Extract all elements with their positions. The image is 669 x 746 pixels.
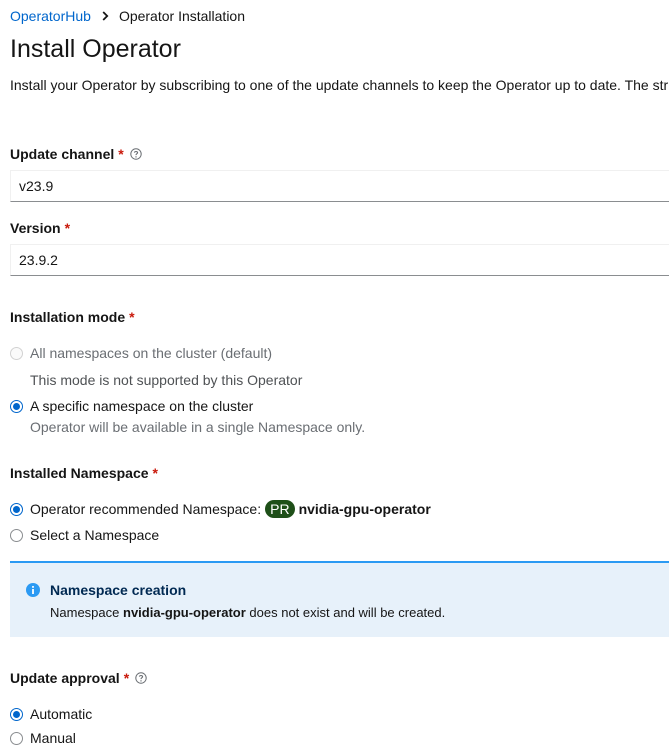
required-mark: * (123, 670, 130, 686)
chevron-right-icon (102, 11, 109, 21)
install-mode-specific-namespace-helper: Operator will be available in a single N… (30, 419, 366, 435)
update-approval-manual-radio[interactable] (10, 731, 23, 745)
select-namespace-radio[interactable] (10, 528, 23, 542)
required-mark: * (129, 309, 135, 325)
recommended-namespace-radio[interactable] (10, 502, 23, 516)
required-mark: * (118, 146, 124, 162)
recommended-namespace-name: nvidia-gpu-operator (298, 501, 431, 517)
update-approval-label: Update approval * (10, 670, 147, 686)
update-channel-select[interactable]: v23.9 (10, 170, 669, 202)
required-mark: * (152, 465, 158, 481)
install-mode-all-namespaces-option: All namespaces on the cluster (default) (10, 345, 272, 361)
page-title: Install Operator (10, 35, 181, 63)
project-badge: PR (265, 500, 295, 518)
help-icon[interactable] (135, 672, 147, 684)
info-icon (26, 583, 40, 602)
alert-body: Namespace nvidia-gpu-operator does not e… (50, 605, 446, 620)
alert-namespace-name: nvidia-gpu-operator (123, 605, 246, 620)
update-channel-value: v23.9 (19, 178, 54, 194)
namespace-creation-alert: Namespace creation Namespace nvidia-gpu-… (10, 561, 669, 637)
recommended-namespace-option[interactable]: Operator recommended Namespace: PR nvidi… (10, 500, 431, 518)
breadcrumb-operatorhub-link[interactable]: OperatorHub (10, 8, 91, 24)
page-description: Install your Operator by subscribing to … (10, 77, 669, 93)
installation-mode-label: Installation mode * (10, 309, 135, 325)
update-approval-manual-option[interactable]: Manual (10, 730, 76, 746)
update-channel-label: Update channel * (10, 146, 142, 162)
breadcrumb-current: Operator Installation (118, 8, 246, 24)
installed-namespace-label: Installed Namespace * (10, 465, 158, 481)
install-mode-specific-namespace-option[interactable]: A specific namespace on the cluster (10, 398, 253, 414)
alert-title: Namespace creation (50, 582, 187, 598)
version-select[interactable]: 23.9.2 (10, 244, 669, 276)
version-value: 23.9.2 (19, 252, 58, 268)
update-approval-automatic-radio[interactable] (10, 707, 23, 721)
required-mark: * (64, 220, 71, 236)
breadcrumb: OperatorHub Operator Installation (10, 8, 245, 24)
select-namespace-option[interactable]: Select a Namespace (10, 527, 159, 543)
install-mode-all-namespaces-helper: This mode is not supported by this Opera… (30, 372, 303, 388)
update-approval-automatic-option[interactable]: Automatic (10, 706, 92, 722)
version-label: Version * (10, 220, 71, 236)
install-mode-all-namespaces-radio (10, 346, 23, 360)
help-icon[interactable] (130, 148, 142, 160)
install-mode-specific-namespace-radio[interactable] (10, 399, 23, 413)
